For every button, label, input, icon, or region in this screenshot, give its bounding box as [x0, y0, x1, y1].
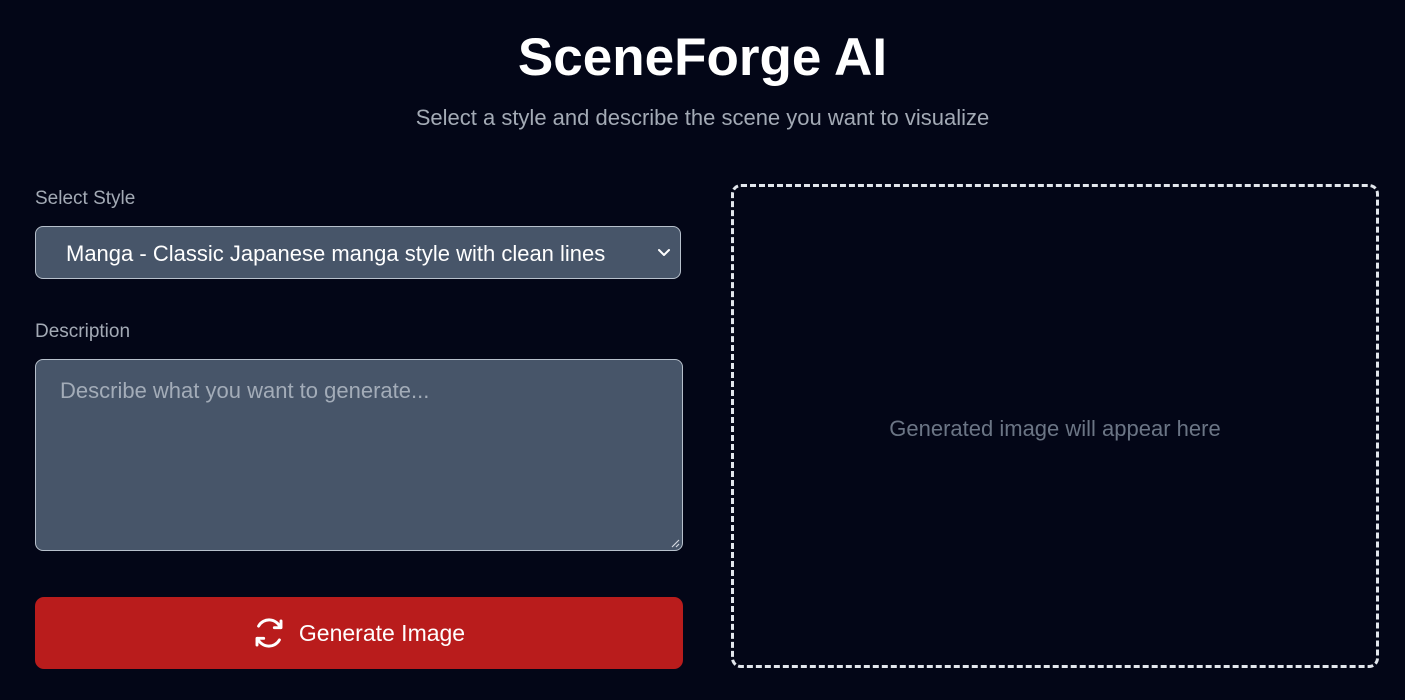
description-placeholder: Describe what you want to generate... [60, 378, 430, 403]
generate-image-label: Generate Image [298, 620, 466, 646]
style-select-value: Manga - Classic Japanese manga style wit… [66, 241, 606, 266]
refresh-icon [255, 618, 283, 648]
resize-grip-icon[interactable] [670, 538, 680, 548]
image-preview-area: Generated image will appear here [731, 184, 1379, 668]
app-subtitle: Select a style and describe the scene yo… [415, 105, 990, 130]
chevron-down-icon [658, 249, 670, 256]
preview-placeholder-text: Generated image will appear here [889, 416, 1221, 441]
description-input[interactable]: Describe what you want to generate... [35, 359, 683, 551]
description-label: Description [35, 321, 131, 342]
generate-image-button[interactable]: Generate Image [35, 597, 683, 669]
style-label: Select Style [35, 188, 136, 209]
app-title: SceneForge AI [517, 28, 888, 87]
style-select[interactable]: Manga - Classic Japanese manga style wit… [35, 226, 681, 279]
